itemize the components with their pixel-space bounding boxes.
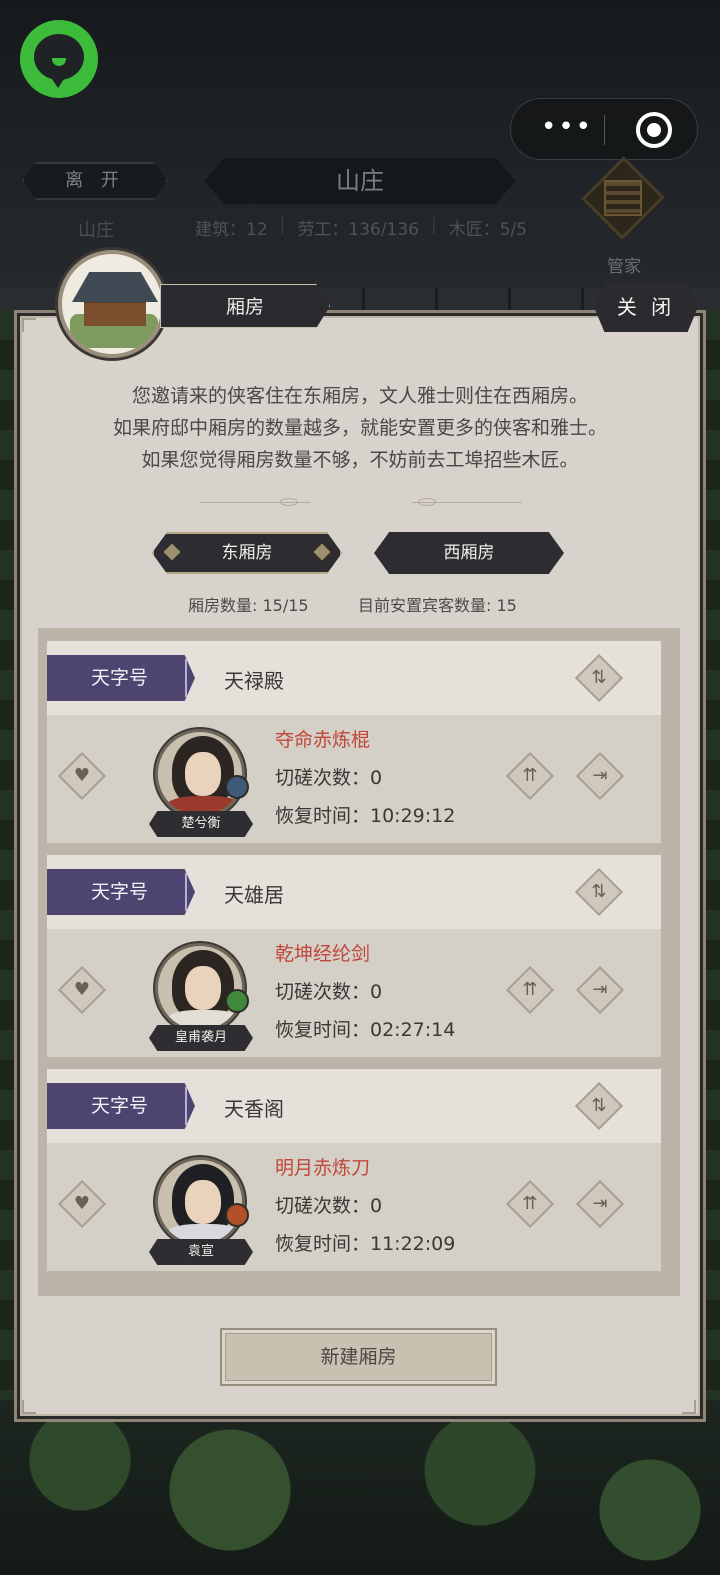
tab-west-wing[interactable]: 西厢房 — [374, 532, 564, 574]
close-button[interactable]: 关 闭 — [594, 282, 698, 332]
guest-name: 皇甫袭月 — [149, 1025, 253, 1051]
room-count: 厢房数量: 15/15 — [188, 596, 309, 615]
gem-icon — [313, 543, 331, 561]
target-icon[interactable] — [636, 112, 672, 148]
swap-icon: ⇅ — [591, 667, 607, 688]
avatar[interactable] — [155, 943, 245, 1033]
exit-icon: ⇥ — [592, 1193, 608, 1214]
manor-stats: 建筑：12 | 劳工：136/136 | 木匠：5/5 — [195, 215, 528, 240]
heart-button[interactable]: ♥ — [57, 751, 107, 801]
steward-button[interactable] — [581, 156, 665, 240]
more-icon[interactable]: ••• — [537, 114, 597, 143]
stats-divider: | — [279, 215, 286, 235]
recover-time: 恢复时间：11:22:09 — [275, 1233, 456, 1255]
building-count: 建筑：12 — [195, 220, 268, 240]
heart-icon: ♥ — [73, 979, 91, 1000]
guest-count: 目前安置宾客数量: 15 — [358, 596, 517, 615]
intro-line: 如果府邸中厢房的数量越多，就能安置更多的侠客和雅士。 — [112, 417, 607, 439]
heart-icon: ♥ — [73, 765, 91, 786]
intro-line: 您邀请来的侠客住在东厢房，文人雅士则住在西厢房。 — [131, 385, 588, 407]
room-card: ♥ 袁宣 明月赤炼刀 切磋次数：0 恢复时间：11:22:09 ⇈ ⇥ 天字号 … — [47, 1069, 661, 1271]
panel-corner — [682, 1400, 696, 1414]
exit-icon: ⇥ — [592, 979, 608, 1000]
intro-line: 如果您觉得厢房数量不够，不妨前去工埠招些木匠。 — [141, 449, 579, 471]
weapon-name: 乾坤经纶剑 — [275, 943, 371, 965]
recover-time: 恢复时间：10:29:12 — [275, 805, 456, 827]
upgrade-button[interactable]: ⇈ — [505, 751, 555, 801]
background-garden — [0, 1400, 720, 1575]
recover-time: 恢复时间：02:27:14 — [275, 1019, 456, 1041]
heart-button[interactable]: ♥ — [57, 1179, 107, 1229]
school-badge-icon — [225, 989, 249, 1013]
room-name: 天香阁 — [224, 1097, 284, 1121]
guest-name: 楚兮衡 — [149, 811, 253, 837]
avatar[interactable] — [155, 729, 245, 819]
tab-east-wing[interactable]: 东厢房 — [152, 532, 342, 574]
spar-count: 切磋次数：0 — [275, 1195, 383, 1217]
divider-ornament — [418, 498, 436, 506]
upgrade-icon: ⇈ — [522, 979, 538, 1000]
capsule-divider — [604, 115, 605, 145]
app-logo-icon — [20, 20, 98, 98]
divider-ornament — [280, 498, 298, 506]
room-body: ♥ 皇甫袭月 乾坤经纶剑 切磋次数：0 恢复时间：02:27:14 ⇈ ⇥ — [47, 929, 661, 1057]
heart-button[interactable]: ♥ — [57, 965, 107, 1015]
upgrade-icon: ⇈ — [522, 1193, 538, 1214]
room-card: ♥ 楚兮衡 夺命赤炼棍 切磋次数：0 恢复时间：10:29:12 ⇈ ⇥ 天字号… — [47, 641, 661, 843]
exit-button[interactable]: ⇥ — [575, 1179, 625, 1229]
guest-name: 袁宣 — [149, 1239, 253, 1265]
tab-east-label: 东厢房 — [221, 543, 273, 563]
gem-icon — [163, 543, 181, 561]
room-name: 天雄居 — [224, 883, 284, 907]
exit-icon: ⇥ — [592, 765, 608, 786]
upgrade-icon: ⇈ — [522, 765, 538, 786]
upgrade-button[interactable]: ⇈ — [505, 1179, 555, 1229]
weapon-name: 明月赤炼刀 — [275, 1157, 371, 1179]
grade-tag: 天字号 — [47, 655, 195, 701]
room-body: ♥ 袁宣 明月赤炼刀 切磋次数：0 恢复时间：11:22:09 ⇈ ⇥ — [47, 1143, 661, 1271]
miniprogram-capsule: ••• — [510, 98, 698, 160]
upgrade-button[interactable]: ⇈ — [505, 965, 555, 1015]
page-title: 山庄 — [205, 158, 515, 204]
carpenter-count: 木匠：5/5 — [448, 220, 528, 240]
room-name: 天禄殿 — [224, 669, 284, 693]
school-badge-icon — [225, 1203, 249, 1227]
avatar[interactable] — [155, 1157, 245, 1247]
intro-text: 您邀请来的侠客住在东厢房，文人雅士则住在西厢房。 如果府邸中厢房的数量越多，就能… — [40, 380, 680, 476]
abacus-icon — [604, 180, 642, 216]
grade-tag: 天字号 — [47, 869, 195, 915]
swap-icon: ⇅ — [591, 881, 607, 902]
leave-button[interactable]: 离 开 — [22, 162, 168, 200]
heart-icon: ♥ — [73, 1193, 91, 1214]
weapon-name: 夺命赤炼棍 — [275, 729, 371, 751]
room-card: ♥ 皇甫袭月 乾坤经纶剑 切磋次数：0 恢复时间：02:27:14 ⇈ ⇥ 天字… — [47, 855, 661, 1057]
stats-divider: | — [431, 215, 437, 235]
grade-tag: 天字号 — [47, 1083, 195, 1129]
manor-sub-label: 山庄 — [78, 220, 114, 241]
school-badge-icon — [225, 775, 249, 799]
labor-count: 劳工：136/136 — [297, 220, 419, 240]
steward-label: 管家 — [607, 257, 641, 277]
panel-corner — [22, 318, 36, 332]
panel-title: 厢房 — [160, 284, 330, 328]
panel-corner — [22, 1400, 36, 1414]
spar-count: 切磋次数：0 — [275, 981, 383, 1003]
exit-button[interactable]: ⇥ — [575, 751, 625, 801]
house-icon — [58, 250, 166, 358]
swap-icon: ⇅ — [591, 1095, 607, 1116]
spar-count: 切磋次数：0 — [275, 767, 383, 789]
exit-button[interactable]: ⇥ — [575, 965, 625, 1015]
tab-west-label: 西厢房 — [443, 543, 495, 563]
room-body: ♥ 楚兮衡 夺命赤炼棍 切磋次数：0 恢复时间：10:29:12 ⇈ ⇥ — [47, 715, 661, 843]
build-room-button[interactable]: 新建厢房 — [220, 1328, 497, 1386]
